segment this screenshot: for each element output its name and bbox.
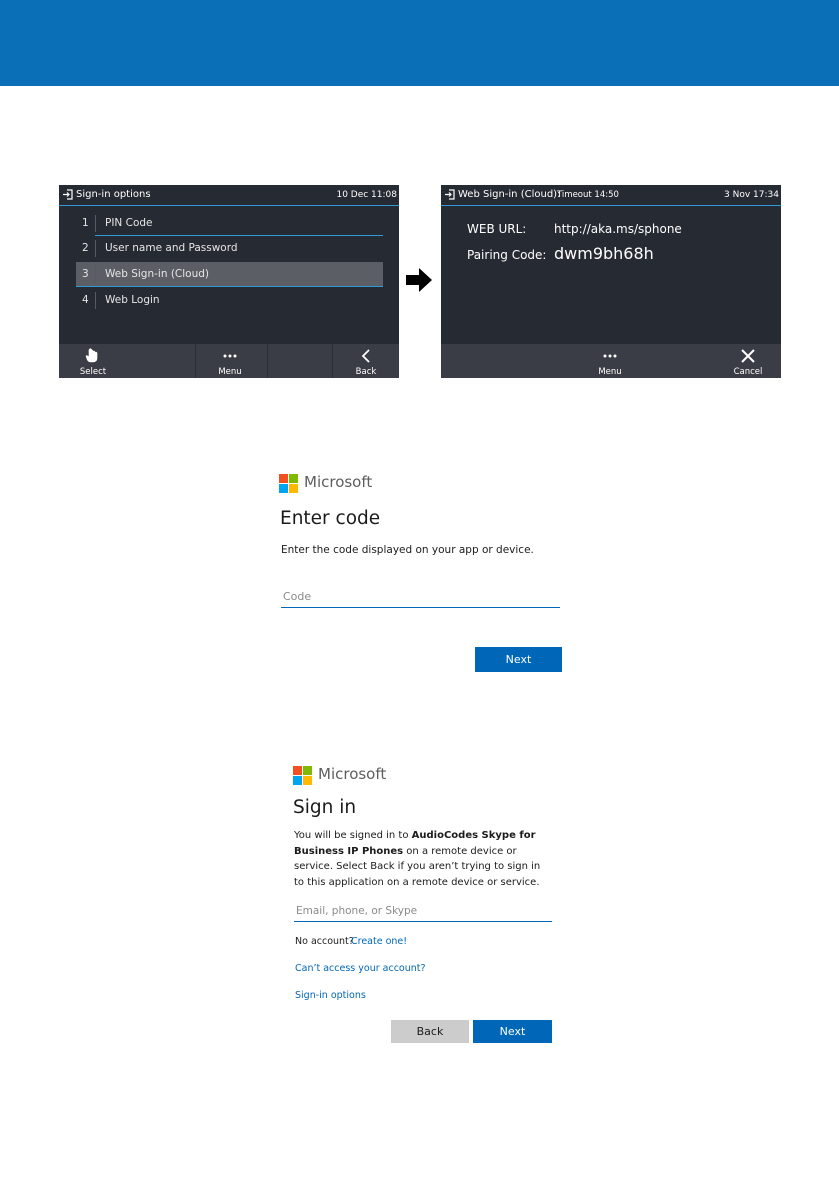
softkey-label: Menu [598, 367, 622, 377]
logo-red-square [293, 766, 302, 775]
phone-title-bar: Sign-in options 10 Dec 11:08 [59, 185, 399, 206]
email-field[interactable] [294, 900, 552, 922]
logo-green-square [303, 766, 312, 775]
phone-clock: 3 Nov 17:34 [724, 190, 779, 200]
logo-yellow-square [289, 484, 298, 493]
softkey-divider [267, 344, 268, 378]
menu-item-underline [76, 286, 383, 287]
phone-screen-web-signin: Web Sign-in (Cloud): Timeout 14:50 3 Nov… [441, 185, 781, 378]
pairing-code-label: Pairing Code: [467, 248, 547, 262]
enter-code-subtext: Enter the code displayed on your app or … [281, 544, 534, 556]
softkey-label: Menu [218, 367, 242, 377]
softkey-select[interactable]: Select [59, 344, 127, 378]
hand-pointer-icon [85, 348, 98, 363]
menu-item-label: User name and Password [105, 242, 238, 254]
softkey-label: Back [355, 367, 377, 377]
menu-item-username-password[interactable]: 2 User name and Password [76, 236, 383, 261]
menu-item-divider [95, 266, 96, 283]
web-url-value: http://aka.ms/sphone [554, 222, 682, 236]
logo-green-square [289, 474, 298, 483]
softkey-label: Cancel [733, 367, 763, 377]
cant-access-account-link[interactable]: Can’t access your account? [295, 963, 426, 974]
logo-red-square [279, 474, 288, 483]
menu-item-divider [95, 240, 96, 257]
microsoft-wordmark: Microsoft [318, 765, 387, 783]
menu-item-label: Web Sign-in (Cloud) [105, 268, 210, 280]
chevron-left-icon [361, 349, 370, 363]
menu-item-web-login[interactable]: 4 Web Login [76, 288, 383, 313]
pairing-code-value: dwm9bh68h [554, 244, 654, 263]
logo-blue-square [279, 484, 288, 493]
menu-item-divider [95, 215, 96, 232]
ellipsis-icon [223, 354, 237, 358]
signin-icon [63, 189, 73, 200]
menu-item-number: 2 [82, 242, 89, 254]
logo-blue-square [293, 776, 302, 785]
code-input[interactable] [281, 586, 560, 608]
menu-item-label: Web Login [105, 294, 160, 306]
right-arrow-icon [406, 268, 432, 292]
menu-item-web-signin-cloud[interactable]: 3 Web Sign-in (Cloud) [76, 262, 383, 287]
create-account-link[interactable]: Create one! [351, 936, 407, 947]
phone-title-bar: Web Sign-in (Cloud): Timeout 14:50 3 Nov… [441, 185, 781, 206]
phone-title: Web Sign-in (Cloud): [458, 189, 561, 200]
softkey-label: Select [79, 367, 107, 377]
header-band [0, 0, 839, 86]
back-button[interactable]: Back [391, 1020, 469, 1043]
logo-yellow-square [303, 776, 312, 785]
sign-in-options-link[interactable]: Sign-in options [295, 990, 366, 1001]
menu-item-number: 3 [82, 268, 89, 280]
menu-item-label: PIN Code [105, 217, 153, 229]
softkey-bar: Menu Cancel [441, 344, 781, 378]
close-icon [741, 349, 755, 363]
softkey-back[interactable]: Back [333, 344, 399, 378]
sign-in-next-button[interactable]: Next [473, 1020, 552, 1043]
softkey-bar: Select Menu Back [59, 344, 399, 378]
signin-icon [445, 189, 455, 200]
menu-item-number: 4 [82, 294, 89, 306]
phone-screen-signin-options: Sign-in options 10 Dec 11:08 1 PIN Code … [59, 185, 399, 378]
enter-code-next-button[interactable]: Next [475, 647, 562, 672]
menu-item-pin-code[interactable]: 1 PIN Code [76, 211, 383, 236]
phone-clock: 10 Dec 11:08 [336, 190, 397, 200]
softkey-menu[interactable]: Menu [577, 344, 643, 378]
sign-in-desc-part1: You will be signed in to [294, 830, 412, 841]
menu-item-number: 1 [82, 217, 89, 229]
microsoft-wordmark: Microsoft [304, 473, 373, 491]
sign-in-description: You will be signed in to AudioCodes Skyp… [294, 828, 549, 890]
softkey-cancel[interactable]: Cancel [715, 344, 781, 378]
softkey-menu[interactable]: Menu [196, 344, 264, 378]
enter-code-heading: Enter code [280, 508, 381, 529]
phone-timeout: Timeout 14:50 [557, 190, 619, 200]
web-url-label: WEB URL: [467, 222, 527, 236]
sign-in-heading: Sign in [293, 797, 357, 818]
ellipsis-icon [603, 354, 617, 358]
phone-title: Sign-in options [76, 189, 151, 200]
no-account-text: No account? [295, 936, 354, 947]
menu-item-divider [95, 292, 96, 309]
